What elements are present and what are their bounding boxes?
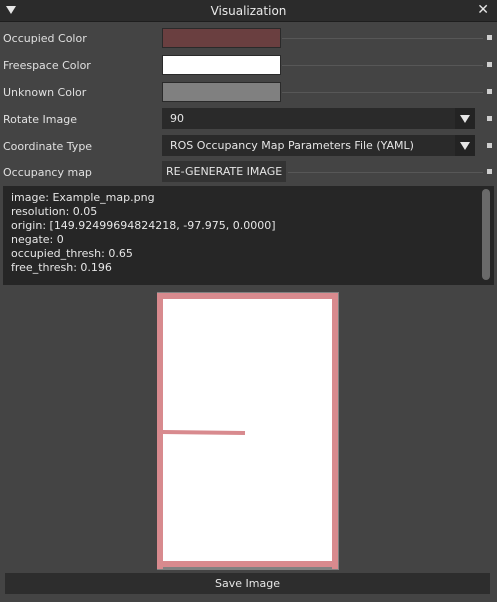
row-divider	[288, 172, 483, 173]
freespace-color-row: Freespace Color	[0, 53, 497, 77]
row-marker	[487, 62, 492, 67]
rotate-image-value: 90	[170, 112, 184, 125]
row-marker	[487, 169, 492, 174]
row-marker	[487, 116, 492, 121]
chevron-down-icon[interactable]	[455, 108, 475, 129]
occupancy-map-row: Occupancy map RE-GENERATE IMAGE	[0, 160, 497, 184]
yaml-line: resolution: 0.05	[11, 205, 98, 218]
rotate-image-row: Rotate Image 90	[0, 107, 497, 131]
yaml-text-area[interactable]: image: Example_map.png resolution: 0.05 …	[3, 186, 494, 285]
row-divider	[282, 38, 483, 39]
coordinate-type-value: ROS Occupancy Map Parameters File (YAML)	[170, 139, 414, 152]
unknown-color-swatch[interactable]	[162, 82, 281, 102]
chevron-down-icon[interactable]	[455, 135, 475, 156]
occupied-color-swatch[interactable]	[162, 28, 281, 48]
row-marker	[487, 89, 492, 94]
save-image-button[interactable]: Save Image	[5, 573, 490, 594]
rotate-image-dropdown[interactable]: 90	[162, 108, 475, 129]
occupancy-map-label: Occupancy map	[3, 166, 92, 179]
unknown-color-row: Unknown Color	[0, 80, 497, 104]
regenerate-image-button[interactable]: RE-GENERATE IMAGE	[162, 161, 287, 182]
coordinate-type-dropdown[interactable]: ROS Occupancy Map Parameters File (YAML)	[162, 135, 475, 156]
yaml-line: occupied_thresh: 0.65	[11, 247, 133, 260]
map-wall-interior	[160, 429, 246, 436]
freespace-color-label: Freespace Color	[3, 59, 91, 72]
freespace-color-swatch[interactable]	[162, 55, 281, 75]
rotate-image-label: Rotate Image	[3, 113, 77, 126]
window-title: Visualization	[210, 4, 287, 18]
coordinate-type-label: Coordinate Type	[3, 140, 93, 153]
yaml-line: origin: [149.92499694824218, -97.975, 0.…	[11, 219, 276, 232]
row-marker	[487, 35, 492, 40]
yaml-line: free_thresh: 0.196	[11, 261, 112, 274]
unknown-color-label: Unknown Color	[3, 86, 87, 99]
title-bar: Visualization ✕	[0, 0, 497, 22]
yaml-line: image: Example_map.png	[11, 191, 155, 204]
occupied-color-row: Occupied Color	[0, 26, 497, 50]
yaml-line: negate: 0	[11, 233, 64, 246]
occupancy-map-image	[157, 292, 339, 570]
close-icon[interactable]: ✕	[477, 2, 489, 18]
occupancy-map-preview	[157, 292, 339, 570]
coordinate-type-row: Coordinate Type ROS Occupancy Map Parame…	[0, 134, 497, 158]
vertical-scrollbar[interactable]	[482, 189, 490, 280]
row-divider	[282, 92, 483, 93]
row-marker	[487, 143, 492, 148]
row-divider	[282, 65, 483, 66]
occupied-color-label: Occupied Color	[3, 32, 87, 45]
